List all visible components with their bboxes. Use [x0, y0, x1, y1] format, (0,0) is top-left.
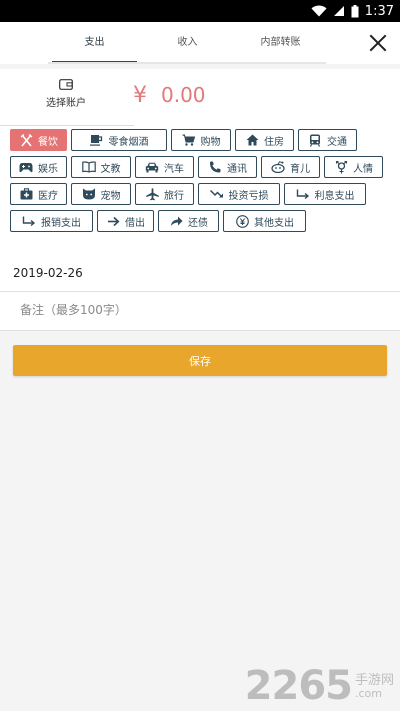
account-row: 选择账户 ¥ 0.00 — [0, 69, 400, 126]
currency-symbol: ¥ — [133, 83, 147, 108]
watermark-line2: .com — [354, 686, 382, 700]
category-label: 娱乐 — [38, 163, 58, 175]
baby-icon — [271, 160, 285, 174]
bus-icon — [308, 133, 322, 147]
category-label: 购物 — [200, 136, 221, 148]
category-pets[interactable]: 宠物 — [71, 183, 131, 205]
medkit-icon — [19, 187, 33, 201]
category-row: 餐饮 零食烟酒 购物 住房 交通 — [10, 129, 395, 151]
entry-form: 选择账户 ¥ 0.00 餐饮 零食烟酒 购物 住房 交通 娱乐 文教 汽车 通讯… — [0, 69, 400, 331]
category-label: 利息支出 — [314, 190, 355, 202]
category-interest[interactable]: 利息支出 — [284, 183, 366, 205]
category-label: 其他支出 — [254, 217, 294, 229]
yen-circle-icon — [235, 214, 249, 228]
category-label: 还债 — [188, 217, 208, 229]
category-transport[interactable]: 交通 — [298, 129, 357, 151]
header: 支出 收入 内部转账 — [0, 22, 400, 64]
category-housing[interactable]: 住房 — [235, 129, 294, 151]
battery-icon — [351, 4, 359, 17]
category-label: 汽车 — [164, 163, 184, 175]
gamepad-icon — [19, 160, 33, 174]
category-lend[interactable]: 借出 — [97, 210, 154, 232]
category-investment-loss[interactable]: 投资亏损 — [198, 183, 280, 205]
category-telecom[interactable]: 通讯 — [198, 156, 257, 178]
category-label: 零食烟酒 — [108, 136, 149, 148]
watermark-number: 2265 — [244, 663, 353, 709]
arrow-turn-icon — [296, 187, 310, 201]
category-label: 餐饮 — [38, 136, 58, 148]
tab-divider — [48, 62, 326, 64]
account-label: 选择账户 — [46, 98, 86, 109]
category-other[interactable]: 其他支出 — [223, 210, 306, 232]
status-time: 1:37 — [364, 3, 394, 19]
watermark-logo: 2265 手游网 .com — [245, 663, 394, 709]
tab-expense[interactable]: 支出 — [48, 22, 141, 64]
note-row — [0, 293, 400, 331]
category-label: 医疗 — [38, 190, 58, 202]
tab-income[interactable]: 收入 — [141, 22, 234, 64]
signal-icon — [333, 6, 344, 16]
category-label: 文教 — [100, 163, 121, 175]
amount-value: 0.00 — [161, 83, 206, 107]
save-button[interactable]: 保存 — [13, 345, 387, 376]
category-childcare[interactable]: 育儿 — [261, 156, 320, 178]
category-label: 投资亏损 — [228, 190, 269, 202]
account-underline — [0, 125, 134, 126]
category-reimbursement[interactable]: 报销支出 — [10, 210, 93, 232]
category-education[interactable]: 文教 — [71, 156, 131, 178]
status-bar: 1:37 — [0, 0, 400, 22]
cup-icon — [90, 133, 104, 147]
category-label: 交通 — [327, 136, 347, 148]
trend-down-icon — [209, 187, 224, 201]
category-label: 借出 — [125, 217, 145, 229]
category-repay[interactable]: 还债 — [158, 210, 219, 232]
category-gifts[interactable]: 人情 — [324, 156, 383, 178]
house-icon — [245, 133, 259, 147]
arrow-turn-icon — [22, 214, 36, 228]
note-input[interactable] — [20, 303, 360, 317]
select-account-button[interactable]: 选择账户 — [36, 77, 96, 109]
phone-icon — [208, 160, 222, 174]
pet-icon — [82, 187, 96, 201]
wallet-icon — [59, 79, 73, 90]
category-dining[interactable]: 餐饮 — [10, 129, 67, 151]
share-icon — [169, 214, 183, 228]
car-icon — [145, 160, 159, 174]
category-row: 娱乐 文教 汽车 通讯 育儿 人情 — [10, 156, 395, 178]
book-icon — [81, 160, 96, 174]
category-travel[interactable]: 旅行 — [135, 183, 194, 205]
watermark-line1: 手游网 — [354, 672, 394, 688]
cart-icon — [182, 133, 196, 147]
plane-icon — [145, 187, 159, 201]
gender-icon — [334, 160, 348, 174]
category-label: 报销支出 — [41, 217, 81, 229]
category-row: 报销支出 借出 还债 其他支出 — [10, 210, 395, 232]
category-row: 医疗 宠物 旅行 投资亏损 利息支出 — [10, 183, 395, 205]
type-tabs: 支出 收入 内部转账 — [48, 22, 327, 64]
close-icon[interactable] — [366, 31, 390, 55]
category-label: 住房 — [264, 136, 284, 148]
watermark-text: 手游网 .com — [354, 672, 394, 700]
wifi-icon — [311, 5, 327, 17]
category-label: 育儿 — [290, 163, 310, 175]
date-picker[interactable]: 2019-02-26 — [0, 256, 400, 292]
amount-display[interactable]: ¥ 0.00 — [133, 83, 206, 108]
category-label: 旅行 — [164, 190, 184, 202]
category-car[interactable]: 汽车 — [135, 156, 194, 178]
category-entertainment[interactable]: 娱乐 — [10, 156, 67, 178]
category-label: 人情 — [353, 163, 373, 175]
fork-knife-icon — [19, 133, 33, 147]
category-medical[interactable]: 医疗 — [10, 183, 67, 205]
category-shopping[interactable]: 购物 — [171, 129, 231, 151]
category-label: 通讯 — [227, 163, 247, 175]
tab-transfer[interactable]: 内部转账 — [234, 22, 327, 64]
arrow-right-icon — [106, 214, 120, 228]
category-label: 宠物 — [100, 190, 121, 202]
date-value: 2019-02-26 — [13, 266, 83, 280]
category-snacks[interactable]: 零食烟酒 — [71, 129, 167, 151]
category-grid: 餐饮 零食烟酒 购物 住房 交通 娱乐 文教 汽车 通讯 育儿 人情 医疗 宠物… — [10, 129, 395, 237]
